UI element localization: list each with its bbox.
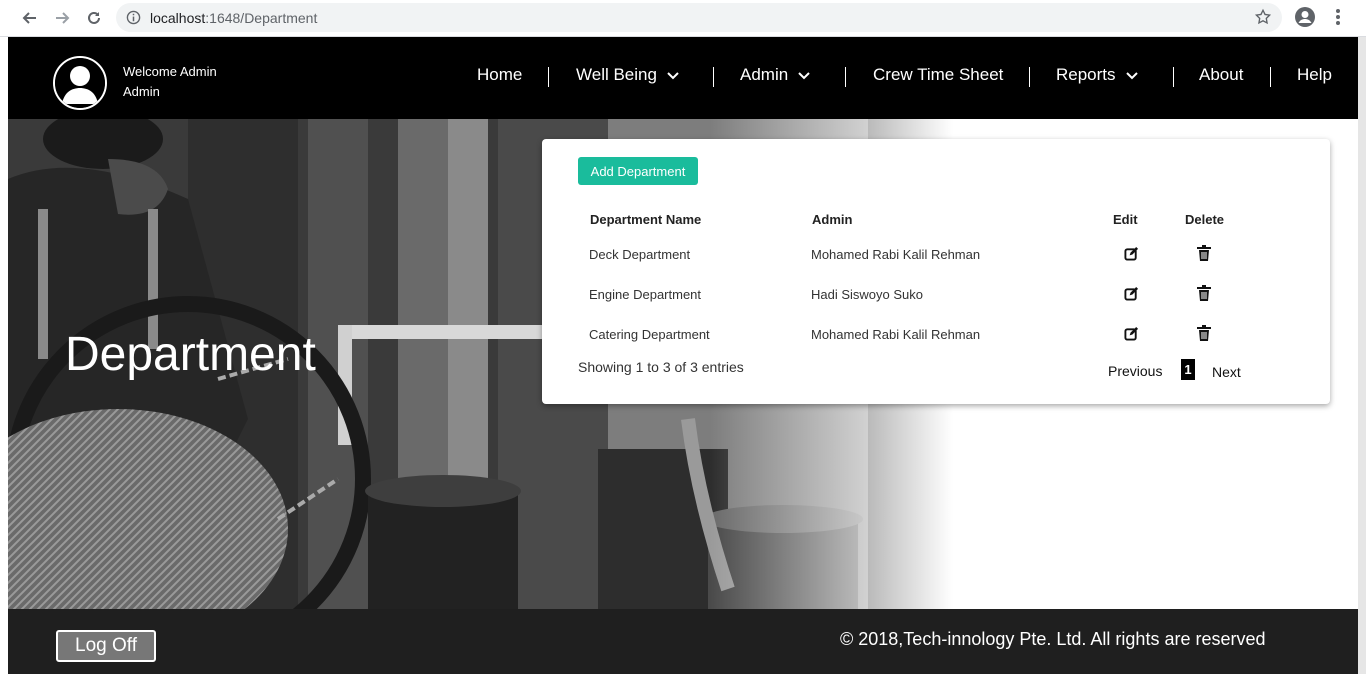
log-off-button[interactable]: Log Off [56,630,156,662]
column-header-edit: Edit [1113,212,1138,227]
add-department-button[interactable]: Add Department [578,157,698,185]
trash-icon[interactable] [1197,285,1211,306]
profile-icon[interactable] [1294,6,1316,33]
column-header-admin[interactable]: Admin [812,212,852,227]
url-path: :1648/Department [205,10,318,26]
edit-icon[interactable] [1124,326,1139,346]
scrollbar[interactable] [1358,37,1366,674]
edit-icon[interactable] [1124,246,1139,266]
edit-icon[interactable] [1124,286,1139,306]
nav-well-being-label: Well Being [576,65,657,84]
chevron-down-icon [667,64,679,86]
admin-cell: Mohamed Rabi Kalil Rehman [811,247,981,262]
nav-crew-time-sheet[interactable]: Crew Time Sheet [873,64,1003,86]
column-header-delete: Delete [1185,212,1225,227]
nav-about[interactable]: About [1199,64,1243,86]
nav-crew-time-sheet-label: Crew Time Sheet [873,65,1004,84]
chevron-down-icon [798,64,810,86]
star-icon[interactable] [1254,8,1272,31]
main-menu: Home Well Being Admin Crew Time Sheet Re… [8,37,1358,119]
nav-divider [713,67,714,87]
reload-icon[interactable] [82,6,106,30]
department-name-cell: Catering Department [589,327,710,342]
admin-cell: Mohamed Rabi Kalil Rehman [811,327,981,342]
page-footer: Log Off © 2018,Tech-innology Pte. Ltd. A… [8,609,1358,674]
admin-cell: Hadi Siswoyo Suko [811,287,923,302]
top-navbar: Welcome Admin Admin Home Well Being Admi… [8,37,1358,119]
nav-home[interactable]: Home [477,64,522,86]
forward-arrow-icon[interactable] [50,6,74,30]
nav-help-label: Help [1297,65,1332,84]
nav-divider [1270,67,1271,87]
nav-admin-label: Admin [740,65,789,84]
nav-admin[interactable]: Admin [740,64,810,86]
nav-about-label: About [1199,65,1244,84]
nav-help[interactable]: Help [1297,64,1332,86]
browser-toolbar: localhost:1648/Department [0,0,1366,37]
department-name-cell: Engine Department [589,287,702,302]
app-window: Welcome Admin Admin Home Well Being Admi… [8,37,1358,674]
column-header-department-name[interactable]: Department Name [590,212,701,227]
table-info-text: Showing 1 to 3 of 3 entries [578,359,744,375]
pagination-page-1[interactable]: 1 [1181,359,1195,380]
back-arrow-icon[interactable] [18,6,42,30]
nav-reports-label: Reports [1056,65,1116,84]
nav-divider [845,67,846,87]
nav-reports[interactable]: Reports [1056,64,1138,86]
nav-home-label: Home [477,65,523,84]
department-name-cell: Deck Department [589,247,691,262]
nav-divider [1029,67,1030,87]
nav-divider [1173,67,1174,87]
url-host: localhost [150,10,206,26]
address-bar[interactable]: localhost:1648/Department [116,3,1282,32]
trash-icon[interactable] [1197,325,1211,346]
department-card: Add Department Department Name Admin Edi… [542,139,1330,404]
info-icon[interactable] [126,10,141,30]
copyright-text: © 2018,Tech-innology Pte. Ltd. All right… [840,629,1266,649]
pagination-next[interactable]: Next [1212,364,1241,380]
url-text: localhost:1648/Department [150,10,317,26]
trash-icon[interactable] [1197,245,1211,266]
page-title: Department [65,328,316,381]
pagination-previous[interactable]: Previous [1108,363,1162,379]
nav-well-being[interactable]: Well Being [576,64,679,86]
nav-divider [548,67,549,87]
chevron-down-icon [1125,64,1138,86]
menu-dots-icon[interactable] [1328,6,1348,33]
